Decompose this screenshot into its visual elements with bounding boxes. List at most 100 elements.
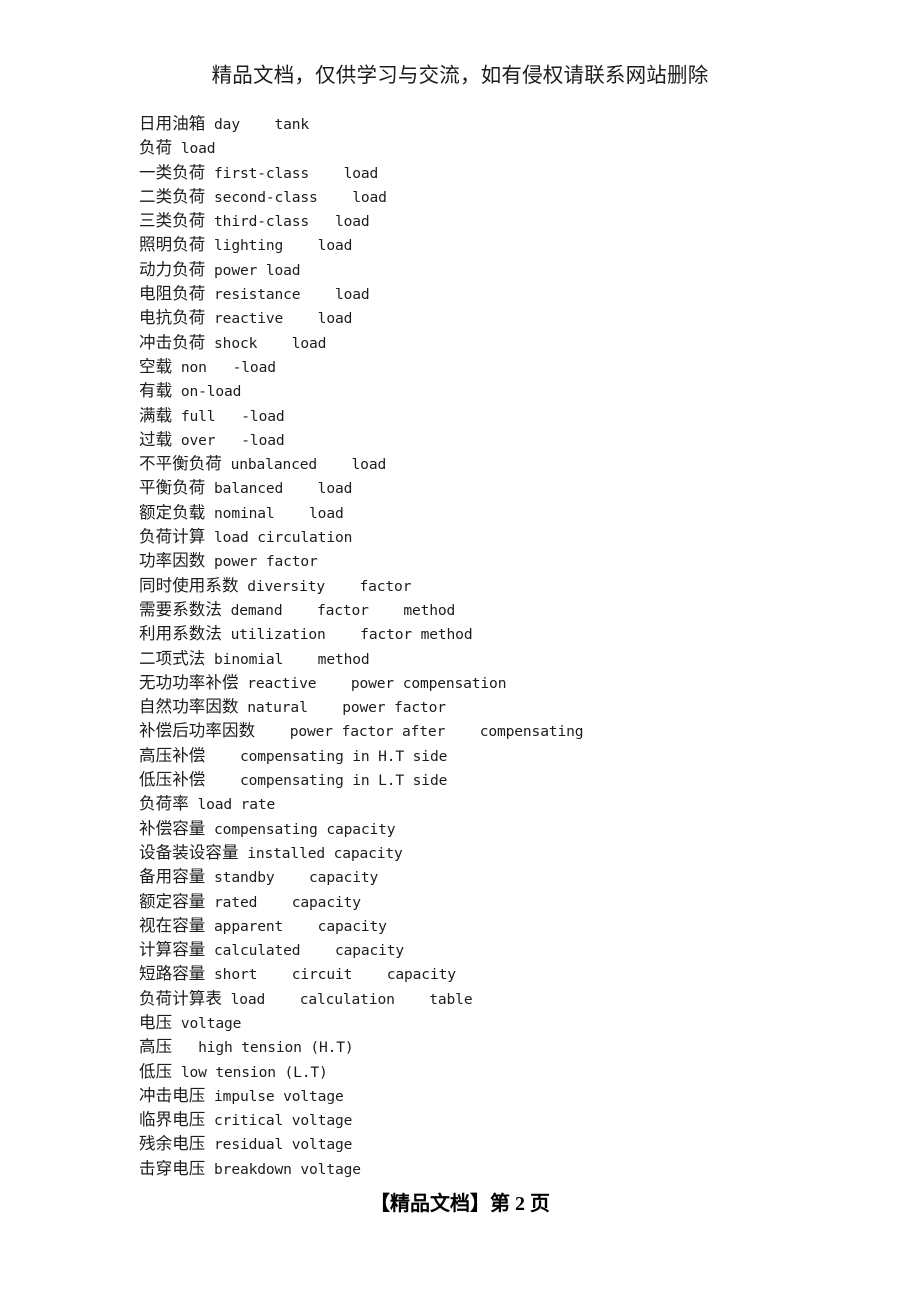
glossary-entry: 额定容量 rated capacity — [139, 890, 799, 914]
glossary-term-zh: 低压 — [139, 1061, 173, 1081]
glossary-term-en: compensating in L.T side — [205, 772, 448, 790]
glossary-entry: 同时使用系数 diversity factor — [139, 574, 799, 598]
glossary-term-zh: 备用容量 — [139, 867, 206, 887]
glossary-term-en: compensating in H.T side — [205, 747, 448, 765]
glossary-term-zh: 二项式法 — [139, 648, 206, 668]
glossary-term-en: reactive load — [205, 310, 353, 328]
glossary-term-zh: 二类负荷 — [139, 186, 206, 206]
glossary-term-zh: 高压补偿 — [139, 745, 206, 765]
glossary-term-en: natural power factor — [238, 699, 446, 717]
glossary-entry: 二项式法 binomial method — [139, 647, 799, 671]
glossary-term-zh: 电阻负荷 — [139, 284, 206, 304]
glossary-entry: 补偿容量 compensating capacity — [139, 817, 799, 841]
glossary-term-en: power factor after compensating — [255, 723, 584, 741]
glossary-term-zh: 自然功率因数 — [139, 697, 239, 717]
glossary-entry: 额定负载 nominal load — [139, 501, 799, 525]
glossary-term-zh: 额定容量 — [139, 891, 206, 911]
glossary-term-zh: 负荷计算 — [139, 527, 206, 547]
glossary-term-zh: 需要系数法 — [139, 599, 222, 619]
glossary-term-zh: 高压 — [139, 1037, 173, 1057]
glossary-entry: 负荷率 load rate — [139, 792, 799, 816]
glossary-entry: 满载 full -load — [139, 404, 799, 428]
glossary-term-en: nominal load — [205, 504, 344, 522]
glossary-entry: 补偿后功率因数 power factor after compensating — [139, 719, 799, 743]
glossary-entry: 过载 over -load — [139, 428, 799, 452]
glossary-term-zh: 利用系数法 — [139, 624, 222, 644]
glossary-entry: 需要系数法 demand factor method — [139, 598, 799, 622]
glossary-term-zh: 照明负荷 — [139, 235, 206, 255]
glossary-entry: 短路容量 short circuit capacity — [139, 962, 799, 986]
glossary-entry: 电阻负荷 resistance load — [139, 282, 799, 306]
glossary-term-en: calculated capacity — [205, 942, 405, 960]
glossary-term-en: installed capacity — [238, 844, 403, 862]
glossary-term-zh: 无功功率补偿 — [139, 672, 239, 692]
glossary-entry: 设备装设容量 installed capacity — [139, 841, 799, 865]
glossary-term-en: binomial method — [205, 650, 370, 668]
glossary-term-en: load circulation — [205, 529, 353, 547]
glossary-term-en: reactive power compensation — [238, 674, 507, 692]
glossary-entry: 照明负荷 lighting load — [139, 233, 799, 257]
glossary-entry: 无功功率补偿 reactive power compensation — [139, 671, 799, 695]
glossary-term-en: utilization factor method — [222, 626, 473, 644]
glossary-term-en: on-load — [172, 383, 242, 401]
glossary-entry: 电压 voltage — [139, 1011, 799, 1035]
glossary-term-en: non -load — [172, 358, 276, 376]
glossary-term-en: third-class load — [205, 213, 370, 231]
glossary-entry: 低压补偿 compensating in L.T side — [139, 768, 799, 792]
glossary-entry: 冲击负荷 shock load — [139, 331, 799, 355]
glossary-term-en: impulse voltage — [205, 1087, 344, 1105]
glossary-entry: 日用油箱 day tank — [139, 112, 799, 136]
glossary-term-en: short circuit capacity — [205, 966, 456, 984]
glossary-term-en: shock load — [205, 334, 327, 352]
glossary-list: 日用油箱 day tank 负荷 load 一类负荷 first-class loa… — [139, 112, 799, 1181]
glossary-term-en: load — [172, 140, 216, 158]
glossary-term-zh: 不平衡负荷 — [139, 454, 222, 474]
glossary-term-en: second-class load — [205, 188, 387, 206]
glossary-entry: 动力负荷 power load — [139, 258, 799, 282]
glossary-term-en: full -load — [172, 407, 285, 425]
glossary-term-zh: 同时使用系数 — [139, 575, 239, 595]
glossary-term-zh: 三类负荷 — [139, 211, 206, 231]
glossary-entry: 二类负荷 second-class load — [139, 185, 799, 209]
glossary-entry: 计算容量 calculated capacity — [139, 938, 799, 962]
glossary-term-zh: 过载 — [139, 429, 173, 449]
glossary-entry: 电抗负荷 reactive load — [139, 306, 799, 330]
glossary-term-en: load rate — [188, 796, 276, 814]
glossary-term-zh: 负荷 — [139, 138, 173, 158]
glossary-term-zh: 残余电压 — [139, 1134, 206, 1154]
glossary-term-zh: 短路容量 — [139, 964, 206, 984]
glossary-term-zh: 击穿电压 — [139, 1158, 206, 1178]
glossary-entry: 一类负荷 first-class load — [139, 161, 799, 185]
glossary-term-en: residual voltage — [205, 1136, 353, 1154]
glossary-term-zh: 补偿容量 — [139, 818, 206, 838]
glossary-entry: 备用容量 standby capacity — [139, 865, 799, 889]
document-footer: 【精品文档】第 2 页 — [370, 1193, 550, 1215]
glossary-term-zh: 计算容量 — [139, 940, 206, 960]
glossary-term-en: high tension (H.T) — [172, 1039, 354, 1057]
glossary-term-zh: 低压补偿 — [139, 770, 206, 790]
glossary-term-en: compensating capacity — [205, 820, 396, 838]
glossary-entry: 三类负荷 third-class load — [139, 209, 799, 233]
glossary-term-zh: 空载 — [139, 356, 173, 376]
glossary-term-en: low tension (L.T) — [172, 1063, 328, 1081]
glossary-term-en: breakdown voltage — [205, 1160, 361, 1178]
document-header-note: 精品文档，仅供学习与交流，如有侵权请联系网站删除 — [211, 65, 709, 87]
glossary-term-zh: 补偿后功率因数 — [139, 721, 256, 741]
glossary-term-en: over -load — [172, 431, 285, 449]
glossary-term-en: power load — [205, 261, 301, 279]
glossary-term-en: lighting load — [205, 237, 353, 255]
glossary-term-en: day tank — [205, 116, 310, 133]
glossary-term-en: voltage — [172, 1014, 242, 1032]
glossary-term-zh: 动力负荷 — [139, 259, 206, 279]
glossary-entry: 自然功率因数 natural power factor — [139, 695, 799, 719]
glossary-term-en: power factor — [205, 553, 318, 571]
glossary-term-zh: 设备装设容量 — [139, 842, 239, 862]
glossary-term-zh: 视在容量 — [139, 915, 206, 935]
glossary-term-en: diversity factor — [238, 577, 412, 595]
glossary-term-zh: 额定负载 — [139, 502, 206, 522]
glossary-entry: 击穿电压 breakdown voltage — [139, 1157, 799, 1181]
glossary-entry: 有载 on-load — [139, 379, 799, 403]
glossary-entry: 负荷计算表 load calculation table — [139, 987, 799, 1011]
document-page: 精品文档，仅供学习与交流，如有侵权请联系网站删除 日用油箱 day tank 负荷… — [0, 0, 920, 1302]
glossary-term-zh: 冲击电压 — [139, 1085, 206, 1105]
